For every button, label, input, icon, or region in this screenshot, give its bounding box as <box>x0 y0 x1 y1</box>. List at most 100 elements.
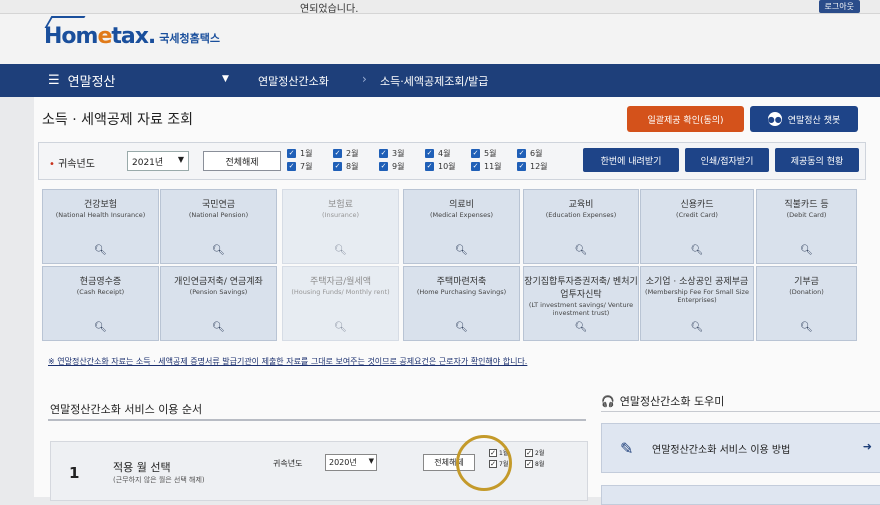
month-checkbox[interactable]: ✓ 7월 <box>287 161 333 172</box>
tile-subtitle: (Cash Receipt) <box>76 288 125 296</box>
month-checkbox[interactable]: ✓ 2월 <box>333 148 379 159</box>
hamburger-icon: ☰ <box>48 73 60 88</box>
deduction-tile[interactable]: 주택마련저축 (Home Purchasing Savings) 🔍︎ <box>403 266 520 341</box>
year-label: • 귀속년도 <box>49 159 95 170</box>
deduction-tile[interactable]: 기부금 (Donation) 🔍︎ <box>756 266 857 341</box>
month-checkbox[interactable]: ✓ 6월 <box>517 148 563 159</box>
step-title: 적용 월 선택 <box>113 461 171 474</box>
chatbot-button[interactable]: ●● 연말정산 챗봇 <box>750 106 858 132</box>
deduction-tile[interactable]: 현금영수증 (Cash Receipt) 🔍︎ <box>42 266 159 341</box>
nav-menu-button[interactable]: ☰ 연말정산 <box>48 71 116 90</box>
download-all-button[interactable]: 한번에 내려받기 <box>583 148 679 172</box>
caret-down-icon[interactable]: ▼ <box>222 74 229 84</box>
step-year-select[interactable]: 2020년 ▼ <box>325 454 377 471</box>
breadcrumb-deduction[interactable]: 소득·세액공제조회/발급 <box>380 73 488 89</box>
month-label: 10월 <box>438 162 456 171</box>
tile-title: 보험료 <box>328 200 353 210</box>
headset-icon: 🎧 <box>601 394 615 408</box>
tile-subtitle: (Debit Card) <box>786 211 827 219</box>
chatbot-icon: ●● <box>767 112 782 126</box>
tile-subtitle: (National Pension) <box>188 211 249 219</box>
logout-button[interactable]: 로그아웃 <box>818 0 860 13</box>
tile-title: 신용카드 <box>680 200 714 210</box>
bulk-consent-button[interactable]: 일괄제공 확인(동의) <box>627 106 744 132</box>
logo-subtitle: 국세청홈택스 <box>159 32 221 45</box>
search-icon: 🔍︎ <box>690 322 704 333</box>
checkbox-checked-icon: ✓ <box>425 162 434 171</box>
deduction-tile[interactable]: 개인연금저축/ 연금계좌 (Pension Savings) 🔍︎ <box>160 266 277 341</box>
search-icon: 🔍︎ <box>334 322 347 333</box>
search-icon: 🔍︎ <box>455 322 468 333</box>
deduction-tile[interactable]: 보험료 (Insurance) 🔍︎ <box>282 189 399 264</box>
search-icon: 🔍︎ <box>800 245 813 256</box>
step-month-checkbox[interactable]: ✓ 2월 <box>525 448 544 457</box>
consent-status-button[interactable]: 제공동의 현황 <box>775 148 859 172</box>
step-month-checkbox[interactable]: ✓ 8월 <box>525 459 544 468</box>
month-checkbox[interactable]: ✓ 5월 <box>471 148 517 159</box>
tile-subtitle: (National Health Insurance) <box>55 211 146 219</box>
tile-title: 기부금 <box>794 277 819 287</box>
month-checkbox[interactable]: ✓ 1월 <box>287 148 333 159</box>
checkbox-checked-icon: ✓ <box>379 162 388 171</box>
deduction-tile[interactable]: 주택자금/월세액 (Housing Funds/ Monthly rent) 🔍︎ <box>282 266 399 341</box>
month-label: 6월 <box>530 149 543 158</box>
month-checkbox[interactable]: ✓ 8월 <box>333 161 379 172</box>
tile-title: 장기집합투자증권저축/ 벤처기업투자신탁 <box>524 277 638 300</box>
month-checkbox[interactable]: ✓ 3월 <box>379 148 425 159</box>
step-number: 1 <box>69 464 80 482</box>
tile-subtitle: (Housing Funds/ Monthly rent) <box>291 288 390 296</box>
nav-menu-label: 연말정산 <box>67 75 116 90</box>
tile-title: 주택마련저축 <box>436 277 487 287</box>
chatbot-label: 연말정산 챗봇 <box>787 115 841 126</box>
tile-subtitle: (Donation) <box>789 288 824 296</box>
helper-divider <box>601 411 880 412</box>
chevron-down-icon: ▼ <box>177 155 184 164</box>
tile-subtitle: (LT investment savings/ Venture investme… <box>528 301 634 317</box>
deduction-tile[interactable]: 의료비 (Medical Expenses) 🔍︎ <box>403 189 520 264</box>
document-icon: ✎ <box>620 439 634 458</box>
month-checkbox[interactable]: ✓ 12월 <box>517 161 563 172</box>
filter-bar: • 귀속년도 2021년 ▼ 전체해제 ✓ 1월 ✓ 2월 ✓ 3월 ✓ 4월 ✓ 5월 ✓ 6월 ✓ 7월… <box>38 142 866 180</box>
deduction-tile[interactable]: 소기업 · 소상공인 공제부금 (Membership Fee For Small… <box>640 266 754 341</box>
helper-title: 🎧 연말정산간소화 도우미 <box>601 394 725 409</box>
month-label: 8월 <box>346 162 359 171</box>
tile-title: 의료비 <box>449 200 474 210</box>
deduction-tile[interactable]: 교육비 (Education Expenses) 🔍︎ <box>523 189 639 264</box>
section-divider <box>48 419 586 421</box>
deduction-tile[interactable]: 건강보험 (National Health Insurance) 🔍︎ <box>42 189 159 264</box>
deduction-tile[interactable]: 직불카드 등 (Debit Card) 🔍︎ <box>756 189 857 264</box>
tile-title: 건강보험 <box>83 200 118 210</box>
step-month-col-2: ✓ 2월 ✓ 8월 <box>525 448 544 468</box>
month-checkbox[interactable]: ✓ 9월 <box>379 161 425 172</box>
deduction-tile[interactable]: 신용카드 (Credit Card) 🔍︎ <box>640 189 754 264</box>
tile-subtitle: (Insurance) <box>322 211 359 219</box>
hometax-logo[interactable]: Hometax. 국세청홈택스 <box>44 16 221 49</box>
tile-title: 개인연금저축/ 연금계좌 <box>174 277 263 287</box>
month-label: 4월 <box>438 149 451 158</box>
tile-title: 현금영수증 <box>79 277 122 287</box>
month-label: 5월 <box>484 149 497 158</box>
search-icon: 🔍︎ <box>574 245 588 256</box>
chevron-down-icon: ▼ <box>368 457 374 465</box>
tile-title: 국민연금 <box>201 200 236 210</box>
tile-title: 교육비 <box>568 200 594 210</box>
print-button[interactable]: 인쇄/접자받기 <box>685 148 769 172</box>
deduction-tile[interactable]: 장기집합투자증권저축/ 벤처기업투자신탁 (LT investment savin… <box>523 266 639 341</box>
month-checkbox[interactable]: ✓ 4월 <box>425 148 471 159</box>
search-icon: 🔍︎ <box>94 322 107 333</box>
top-message: 연되었습니다. <box>300 4 359 15</box>
deduction-tile[interactable]: 국민연금 (National Pension) 🔍︎ <box>160 189 277 264</box>
month-checkbox[interactable]: ✓ 11월 <box>471 161 517 172</box>
tile-subtitle: (Membership Fee For Small Size Enterpris… <box>645 288 749 304</box>
tile-title: 직불카드 등 <box>784 200 829 210</box>
deselect-all-button[interactable]: 전체해제 <box>203 151 281 171</box>
month-checkbox[interactable]: ✓ 10월 <box>425 161 471 172</box>
breadcrumb-simplified[interactable]: 연말정산간소화 <box>258 73 329 89</box>
year-select[interactable]: 2021년 ▼ <box>127 151 189 171</box>
search-icon: 🔍︎ <box>212 322 225 333</box>
helper-card-2[interactable] <box>601 485 880 505</box>
helper-card[interactable]: ✎ 연말정산간소화 서비스 이용 방법 ➜ <box>601 423 880 473</box>
tile-subtitle: (Home Purchasing Savings) <box>416 288 507 296</box>
arrow-right-icon: ➜ <box>862 440 872 453</box>
highlight-circle <box>456 435 512 491</box>
